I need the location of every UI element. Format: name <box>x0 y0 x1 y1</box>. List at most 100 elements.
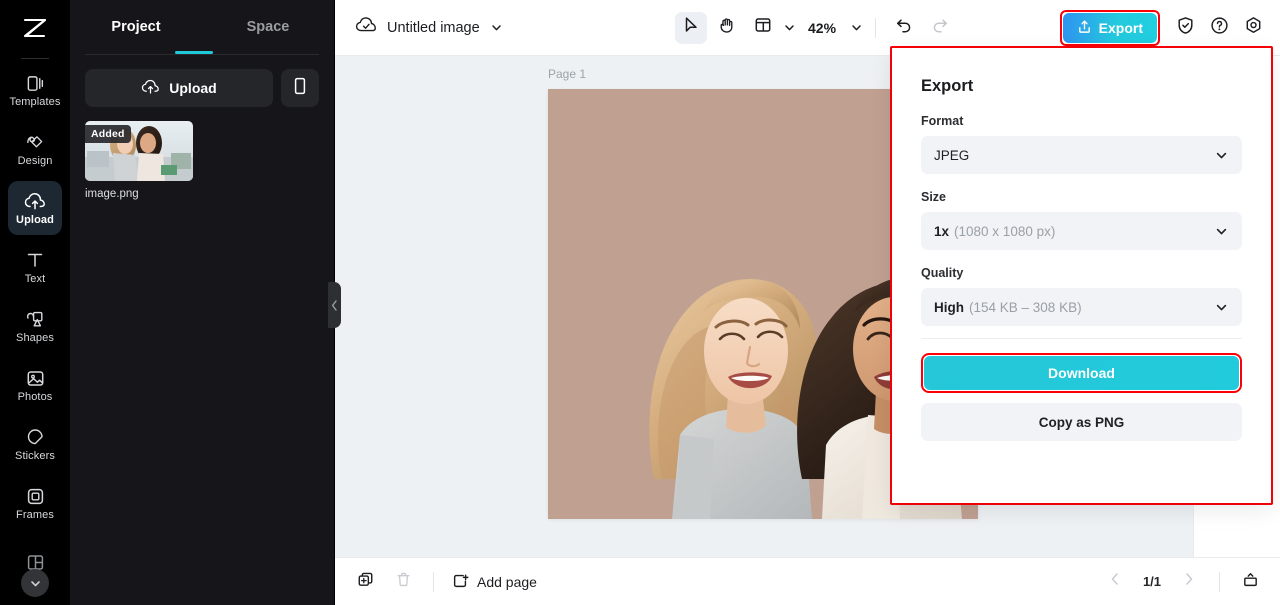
tab-project[interactable]: Project <box>70 0 202 54</box>
undo-button[interactable] <box>888 12 920 44</box>
sidebar-label: Templates <box>9 96 61 108</box>
duplicate-page-button[interactable] <box>349 566 381 598</box>
chevron-down-icon <box>491 25 501 31</box>
download-button[interactable]: Download <box>924 356 1239 390</box>
sidebar-item-text[interactable]: Text <box>8 240 62 294</box>
cloud-saved-icon[interactable] <box>355 16 377 40</box>
quality-label: Quality <box>921 266 964 280</box>
layout-caret[interactable] <box>783 21 796 34</box>
size-select[interactable]: 1x (1080 x 1080 px) <box>921 212 1242 250</box>
sidebar-label: Photos <box>17 391 53 403</box>
hand-tool-button[interactable] <box>711 12 743 44</box>
sidebar-item-design[interactable]: Design <box>8 122 62 176</box>
bottom-right-group: 1/1 <box>1099 566 1266 598</box>
copy-as-png-button[interactable]: Copy as PNG <box>921 403 1242 441</box>
asset-thumbnail[interactable]: Added <box>85 121 193 181</box>
chevron-down-icon <box>30 580 40 586</box>
export-panel-title: Export <box>921 77 974 95</box>
format-select[interactable]: JPEG <box>921 136 1242 174</box>
format-label: Format <box>921 114 964 128</box>
trash-icon <box>395 571 412 593</box>
sidebar-item-frames[interactable]: Frames <box>8 476 62 530</box>
shield-check-icon <box>1176 16 1195 40</box>
panel-collapse-handle[interactable] <box>328 282 341 328</box>
frames-icon <box>26 485 45 507</box>
zoom-level[interactable]: 42% <box>800 20 838 36</box>
project-panel: Project Space Upload Added image.png <box>70 0 335 605</box>
rail-divider <box>21 58 49 59</box>
bottom-toolbar: Add page 1/1 <box>335 557 1280 605</box>
add-page-button[interactable]: Add page <box>448 572 537 592</box>
sidebar-more-button[interactable] <box>21 569 49 597</box>
bottom-divider-2 <box>1219 571 1220 592</box>
size-label: Size <box>921 190 947 204</box>
duplicate-page-icon <box>357 571 374 593</box>
help-button[interactable] <box>1204 13 1234 43</box>
format-value: JPEG <box>934 147 970 163</box>
upload-cloud-icon <box>24 190 46 212</box>
tab-space[interactable]: Space <box>202 0 334 54</box>
export-panel-highlight: Export Format JPEG Size 1x (1080 x 1080 … <box>890 46 1273 505</box>
upload-button[interactable]: Upload <box>85 69 273 107</box>
prev-page-button[interactable] <box>1099 566 1131 598</box>
shapes-icon <box>25 308 45 330</box>
layout-tool-button[interactable] <box>747 12 779 44</box>
settings-button[interactable] <box>1238 13 1268 43</box>
page-counter: 1/1 <box>1142 574 1162 589</box>
select-tool-button[interactable] <box>675 11 707 44</box>
size-value-main: 1x <box>934 223 950 239</box>
templates-icon <box>26 72 45 94</box>
sidebar-item-stickers[interactable]: Stickers <box>8 417 62 471</box>
export-button[interactable]: Export <box>1062 12 1157 43</box>
export-panel-divider <box>921 338 1242 339</box>
quality-value-detail: (154 KB – 308 KB) <box>969 299 1082 315</box>
document-title-caret[interactable] <box>490 21 503 34</box>
redo-button[interactable] <box>924 12 956 44</box>
upload-button-label: Upload <box>169 80 217 96</box>
toolbar-left-group: Untitled image <box>335 16 503 40</box>
copy-as-png-label: Copy as PNG <box>1038 414 1125 430</box>
sidebar-item-shapes[interactable]: Shapes <box>8 299 62 353</box>
tab-active-indicator <box>175 51 213 54</box>
text-icon <box>26 249 44 271</box>
left-icon-rail: Templates Design Upload Text Shapes Phot… <box>0 0 70 605</box>
stickers-icon <box>26 426 45 448</box>
share-upload-icon <box>1077 19 1092 37</box>
page-label: Page 1 <box>548 67 587 81</box>
photos-icon <box>26 367 45 389</box>
settings-gear-icon <box>1244 16 1263 40</box>
bottom-divider <box>433 571 434 592</box>
download-button-label: Download <box>1048 365 1115 381</box>
chevron-down-icon <box>785 25 794 31</box>
sidebar-item-templates[interactable]: Templates <box>8 63 62 117</box>
upload-from-mobile-button[interactable] <box>281 69 319 107</box>
sidebar-label: Text <box>24 273 46 285</box>
sidebar-item-upload[interactable]: Upload <box>8 181 62 235</box>
document-title[interactable]: Untitled image <box>387 20 480 36</box>
chevron-left-icon <box>331 299 337 311</box>
app-root: Templates Design Upload Text Shapes Phot… <box>0 0 1280 605</box>
layout-grid-icon <box>754 16 772 39</box>
present-icon <box>1242 571 1259 593</box>
zoom-caret[interactable] <box>850 21 863 34</box>
sidebar-label: Upload <box>16 214 54 226</box>
help-question-icon <box>1210 16 1229 40</box>
toolbar-divider <box>875 17 877 38</box>
chevron-down-icon <box>1214 148 1229 163</box>
add-page-icon <box>452 572 469 592</box>
present-button[interactable] <box>1234 566 1266 598</box>
upload-row: Upload <box>70 55 334 107</box>
delete-page-button[interactable] <box>387 566 419 598</box>
chevron-down-icon <box>852 25 861 31</box>
chevron-down-icon <box>1214 224 1229 239</box>
sidebar-item-photos[interactable]: Photos <box>8 358 62 412</box>
sidebar-label: Design <box>17 155 53 167</box>
quality-value-main: High <box>934 299 964 315</box>
quality-select[interactable]: High (154 KB – 308 KB) <box>921 288 1242 326</box>
redo-icon <box>931 16 949 39</box>
capcut-logo[interactable] <box>0 4 70 52</box>
shield-check-button[interactable] <box>1170 13 1200 43</box>
asset-item[interactable]: Added image.png <box>85 121 193 200</box>
toolbar-center-group: 42% <box>675 11 956 44</box>
next-page-button[interactable] <box>1173 566 1205 598</box>
